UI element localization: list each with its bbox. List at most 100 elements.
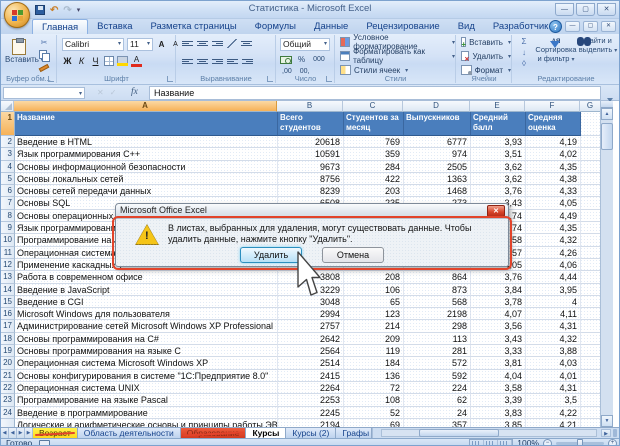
cell-course-name[interactable]: Microsoft Windows для пользователя (15, 308, 278, 320)
page-break-view-icon[interactable] (498, 440, 512, 446)
cell-value-e[interactable]: 3,78 (471, 296, 526, 308)
scroll-up-icon[interactable]: ▲ (601, 108, 613, 120)
cell-value-d[interactable]: 974 (404, 148, 471, 160)
header-cell-1[interactable]: Всего студентов (278, 112, 344, 136)
cell-value-e[interactable]: 4,07 (471, 308, 526, 320)
cell-value-e[interactable]: 3,93 (471, 136, 526, 148)
cell-value-e[interactable]: 3,33 (471, 345, 526, 357)
cell-course-name[interactable]: Введение в JavaScript (15, 284, 278, 296)
cell-value-f[interactable]: 3,5 (526, 394, 581, 406)
cell-value-b[interactable]: 2415 (278, 370, 344, 382)
cancel-button[interactable]: Отмена (322, 247, 384, 263)
cell-empty[interactable] (581, 222, 602, 234)
cut-icon[interactable]: ✂ (37, 37, 51, 48)
zoom-in-icon[interactable]: + (608, 439, 617, 446)
sort-filter-button[interactable]: АЯ Сортировка и фильтр▾ (535, 37, 577, 63)
cell-value-c[interactable]: 422 (344, 173, 404, 185)
cell-value-c[interactable]: 119 (344, 345, 404, 357)
cell-course-name[interactable]: Программирование на языке Pascal (15, 394, 278, 406)
font-size-select[interactable]: 11▾ (127, 38, 153, 51)
redo-icon[interactable]: ↷ (63, 5, 71, 16)
next-sheet-icon[interactable]: ▶ (17, 428, 25, 438)
ribbon-tab-5[interactable]: Рецензирование (357, 19, 448, 34)
align-left-icon[interactable] (182, 57, 193, 66)
cell-empty[interactable] (581, 419, 602, 427)
clipboard-dialog-launcher-icon[interactable] (48, 76, 54, 82)
cell-value-e[interactable]: 3,76 (471, 185, 526, 197)
underline-button[interactable]: Ч (90, 56, 101, 66)
align-top-icon[interactable] (182, 39, 193, 48)
cell-value-d[interactable]: 6777 (404, 136, 471, 148)
cell-empty[interactable] (581, 296, 602, 308)
cell-value-f[interactable]: 4,19 (526, 136, 581, 148)
row-number[interactable]: 23 (1, 394, 15, 406)
header-cell-4[interactable]: Средний балл (471, 112, 526, 136)
column-header-E[interactable]: E (470, 101, 525, 112)
column-header-F[interactable]: F (525, 101, 580, 112)
cell-value-c[interactable]: 106 (344, 284, 404, 296)
row-number[interactable]: 6 (1, 185, 15, 197)
cell-value-e[interactable]: 4,04 (471, 370, 526, 382)
cell-value-f[interactable]: 4,32 (526, 333, 581, 345)
cell-value-e[interactable]: 3,58 (471, 382, 526, 394)
cell-course-name[interactable]: Работа в современном офисе (15, 271, 278, 283)
paste-button[interactable]: Вставить▾ (4, 37, 34, 73)
cell-value-f[interactable]: 3,95 (526, 284, 581, 296)
row-number[interactable]: 24 (1, 407, 15, 419)
cell-value-c[interactable]: 108 (344, 394, 404, 406)
cell-empty[interactable] (581, 357, 602, 369)
first-sheet-icon[interactable]: ◀ (1, 428, 9, 438)
cell-value-c[interactable]: 52 (344, 407, 404, 419)
cell-empty[interactable] (581, 320, 602, 332)
cell-course-name[interactable]: Основы локальных сетей (15, 173, 278, 185)
workbook-minimize-button[interactable]: — (565, 21, 580, 32)
cell-value-d[interactable]: 2198 (404, 308, 471, 320)
row-number[interactable] (1, 419, 15, 427)
cell-value-c[interactable]: 214 (344, 320, 404, 332)
cell-value-f[interactable]: 4,11 (526, 308, 581, 320)
row-number[interactable]: 19 (1, 345, 15, 357)
cell-value-f[interactable]: 4,02 (526, 148, 581, 160)
cell-empty[interactable] (581, 161, 602, 173)
row-number[interactable]: 12 (1, 259, 15, 271)
cell-course-name[interactable]: Основы конфигурирования в системе "1С:Пр… (15, 370, 278, 382)
header-cell-3[interactable]: Выпускников (404, 112, 471, 136)
cell-value-f[interactable]: 4,38 (526, 173, 581, 185)
cell-course-name[interactable]: Введение в CGI (15, 296, 278, 308)
cell-value-b[interactable]: 8239 (278, 185, 344, 197)
cell-empty[interactable] (581, 345, 602, 357)
cell-course-name[interactable]: Администрирование сетей Microsoft Window… (15, 320, 278, 332)
row-number[interactable]: 7 (1, 197, 15, 209)
cell-value-d[interactable]: 281 (404, 345, 471, 357)
cell-empty[interactable] (581, 136, 602, 148)
grow-font-icon[interactable]: А (156, 40, 167, 49)
expand-formula-bar-icon[interactable] (604, 89, 616, 98)
row-number[interactable]: 9 (1, 222, 15, 234)
row-number[interactable]: 20 (1, 357, 15, 369)
ribbon-tab-6[interactable]: Вид (449, 19, 484, 34)
row-number[interactable]: 21 (1, 370, 15, 382)
close-button[interactable]: ✕ (597, 3, 616, 16)
header-cell-5[interactable]: Средняя оценка (526, 112, 581, 136)
cell-value-f[interactable]: 4,33 (526, 185, 581, 197)
cell-value-d[interactable]: 357 (404, 419, 471, 427)
cell-value-b[interactable]: 3048 (278, 296, 344, 308)
save-icon[interactable] (35, 5, 45, 15)
alignment-dialog-launcher-icon[interactable] (267, 76, 273, 82)
cell-empty[interactable] (581, 148, 602, 160)
cell-value-c[interactable]: 136 (344, 370, 404, 382)
zoom-slider[interactable] (556, 442, 604, 445)
cell-empty[interactable] (581, 407, 602, 419)
cell-value-e[interactable]: 3,56 (471, 320, 526, 332)
cell-value-b[interactable]: 9673 (278, 161, 344, 173)
name-box-dropdown-icon[interactable]: ▾ (79, 90, 82, 97)
cell-value-d[interactable]: 113 (404, 333, 471, 345)
sheet-tab-5[interactable]: Графы и (336, 428, 372, 438)
normal-view-icon[interactable] (470, 440, 484, 446)
cell-empty[interactable] (581, 173, 602, 185)
scroll-down-icon[interactable]: ▼ (601, 415, 613, 427)
zoom-slider-thumb[interactable] (577, 439, 583, 446)
cell-value-f[interactable]: 4,31 (526, 320, 581, 332)
cell-value-f[interactable]: 4,21 (526, 419, 581, 427)
autosum-icon[interactable]: Σ (517, 37, 531, 47)
